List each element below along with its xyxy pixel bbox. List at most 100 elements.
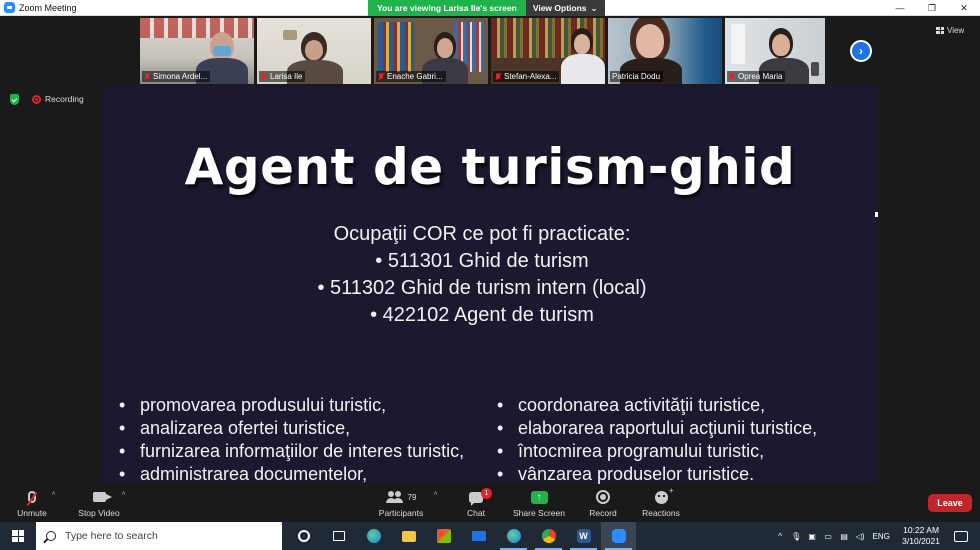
chrome-browser-icon (541, 529, 556, 543)
video-tile[interactable]: Enache Gabri... (374, 18, 488, 84)
slide-title: Agent de turism-ghid (184, 138, 796, 196)
video-tile[interactable]: Simona Ardel... (140, 18, 254, 84)
zoom-app-icon (4, 2, 15, 13)
taskbar-clock[interactable]: 10:22 AM 3/10/2021 (894, 525, 948, 547)
participant-nametag: Patricia Dodu (610, 71, 664, 82)
notifications-icon[interactable] (954, 530, 968, 542)
audio-options-caret-icon[interactable]: ^ (52, 492, 55, 499)
grid-view-icon (936, 27, 944, 34)
view-options-button[interactable]: View Options ⌄ (525, 0, 605, 16)
close-button[interactable]: ✕ (948, 0, 980, 16)
video-camera-icon (92, 492, 112, 502)
occupation-item: • 511302 Ghid de turism intern (local) (317, 277, 647, 299)
slide-bullets-left: promovarea produsului turistic, analizar… (118, 394, 464, 484)
video-options-caret-icon[interactable]: ^ (122, 492, 125, 499)
cortana-circle-icon (297, 530, 310, 542)
participant-name: Patricia Dodu (612, 72, 661, 81)
stop-video-label: Stop Video (78, 508, 120, 518)
stop-video-button[interactable]: Stop Video (76, 488, 122, 518)
taskbar-app-file-explorer[interactable] (391, 522, 426, 550)
occupation-item: • 422102 Agent de turism (370, 304, 594, 326)
chat-unread-badge: 1 (481, 487, 492, 499)
video-tile[interactable]: Oprea Maria (725, 18, 825, 84)
minimize-button[interactable]: — (884, 0, 916, 16)
system-tray: ^ 🎙 ▣ ▭ ▤ ◁) ENG 10:22 AM 3/10/2021 (772, 522, 980, 550)
zoom-meeting-window: Zoom Meeting — ❐ ✕ You are viewing Laris… (0, 0, 980, 550)
recording-indicator[interactable]: Recording (32, 94, 84, 104)
taskbar-app-store[interactable] (426, 522, 461, 550)
meeting-toolbar: Unmute ^ Stop Video ^ 79 Participants ^ … (0, 484, 980, 522)
video-tile[interactable]: Stefan-Alexa... (491, 18, 605, 84)
participant-nametag: Stefan-Alexa... (493, 71, 560, 82)
participants-video-strip: Simona Ardel... Larisa Ile Enache Gabri.… (0, 16, 980, 84)
record-button[interactable]: Record (588, 488, 618, 518)
participant-nametag: Larisa Ile (259, 71, 306, 82)
cortana-button[interactable] (286, 522, 321, 550)
slide-bullet: analizarea ofertei turistice, (118, 417, 464, 440)
windows-logo-icon (12, 530, 24, 542)
muted-mic-icon (144, 72, 150, 81)
slide-bullet: furnizarea informaţiilor de interes turi… (118, 440, 464, 463)
input-language-indicator[interactable]: ENG (868, 522, 894, 550)
next-page-arrow-icon[interactable]: › (850, 40, 872, 62)
task-view-icon (332, 531, 345, 541)
participant-name: Enache Gabri... (387, 72, 443, 81)
slide-bullet: întocmirea programului turistic, (496, 440, 817, 463)
occupations-heading: Ocupaţii COR ce pot fi practicate: (333, 223, 631, 245)
edge-browser-icon (366, 529, 381, 543)
taskbar-app-word[interactable]: W (566, 522, 601, 550)
task-view-button[interactable] (321, 522, 356, 550)
taskbar-search-placeholder: Type here to search (65, 530, 158, 542)
taskbar-app-edge-2[interactable] (496, 522, 531, 550)
recording-dot-icon (32, 94, 41, 104)
slide-bullet: vânzarea produselor turistice. (496, 463, 817, 484)
encryption-shield-icon[interactable] (10, 94, 19, 105)
participant-name: Simona Ardel... (153, 72, 208, 81)
start-button[interactable] (0, 522, 36, 550)
participant-nametag: Simona Ardel... (142, 71, 211, 82)
view-button[interactable]: View (936, 26, 964, 35)
camera-tray-icon[interactable]: ▣ (804, 522, 820, 550)
zoom-app-icon (611, 529, 626, 543)
taskbar-app-edge[interactable] (356, 522, 391, 550)
record-label: Record (589, 508, 617, 518)
video-tile[interactable]: Larisa Ile (257, 18, 371, 84)
unmute-button[interactable]: Unmute (14, 488, 50, 518)
chat-button[interactable]: 1 Chat (464, 487, 492, 518)
participants-count: 79 (407, 492, 417, 502)
participants-options-caret-icon[interactable]: ^ (434, 492, 437, 499)
slide-bullet: administrarea documentelor, (118, 463, 464, 484)
shared-screen-area: Recording Agent de turism-ghid Ocupaţii … (0, 84, 980, 484)
recording-label: Recording (45, 94, 84, 104)
network-icon[interactable]: ▤ (836, 522, 852, 550)
video-tile-active-speaker[interactable]: Patricia Dodu (608, 18, 722, 84)
windows-taskbar: Type here to search W ^ 🎙 ▣ ▭ ▤ ◁) ENG 1… (0, 522, 980, 550)
participant-name: Stefan-Alexa... (504, 72, 557, 81)
restore-button[interactable]: ❐ (916, 0, 948, 16)
taskbar-app-chrome[interactable] (531, 522, 566, 550)
leave-meeting-button[interactable]: Leave (928, 494, 972, 512)
window-title: Zoom Meeting (19, 2, 77, 13)
reactions-smiley-icon (654, 486, 673, 504)
reactions-button[interactable]: Reactions (640, 486, 682, 519)
taskbar-app-zoom[interactable] (601, 522, 636, 550)
share-screen-label: Share Screen (513, 508, 565, 518)
search-icon (46, 531, 56, 541)
taskbar-search-box[interactable]: Type here to search (36, 522, 282, 550)
volume-icon[interactable]: ◁) (852, 522, 868, 550)
record-icon (596, 490, 610, 504)
view-label: View (947, 26, 965, 35)
taskbar-app-mail[interactable] (461, 522, 496, 550)
viewing-screen-label: You are viewing Larisa Ile's screen (368, 0, 526, 16)
participants-button[interactable]: 79 Participants (376, 488, 426, 518)
slide-occupations: Ocupaţii COR ce pot fi practicate: • 511… (102, 221, 862, 329)
show-hidden-icons-chevron-icon[interactable]: ^ (772, 522, 788, 550)
share-screen-button[interactable]: ↑ Share Screen (512, 488, 566, 518)
muted-microphone-icon (26, 491, 38, 507)
participant-nametag: Oprea Maria (727, 71, 786, 82)
battery-icon[interactable]: ▭ (820, 522, 836, 550)
store-bag-icon (436, 529, 451, 543)
screen-share-banner: You are viewing Larisa Ile's screen View… (368, 0, 605, 16)
microphone-tray-icon[interactable]: 🎙 (788, 522, 804, 550)
occupation-item: • 511301 Ghid de turism (375, 250, 589, 272)
